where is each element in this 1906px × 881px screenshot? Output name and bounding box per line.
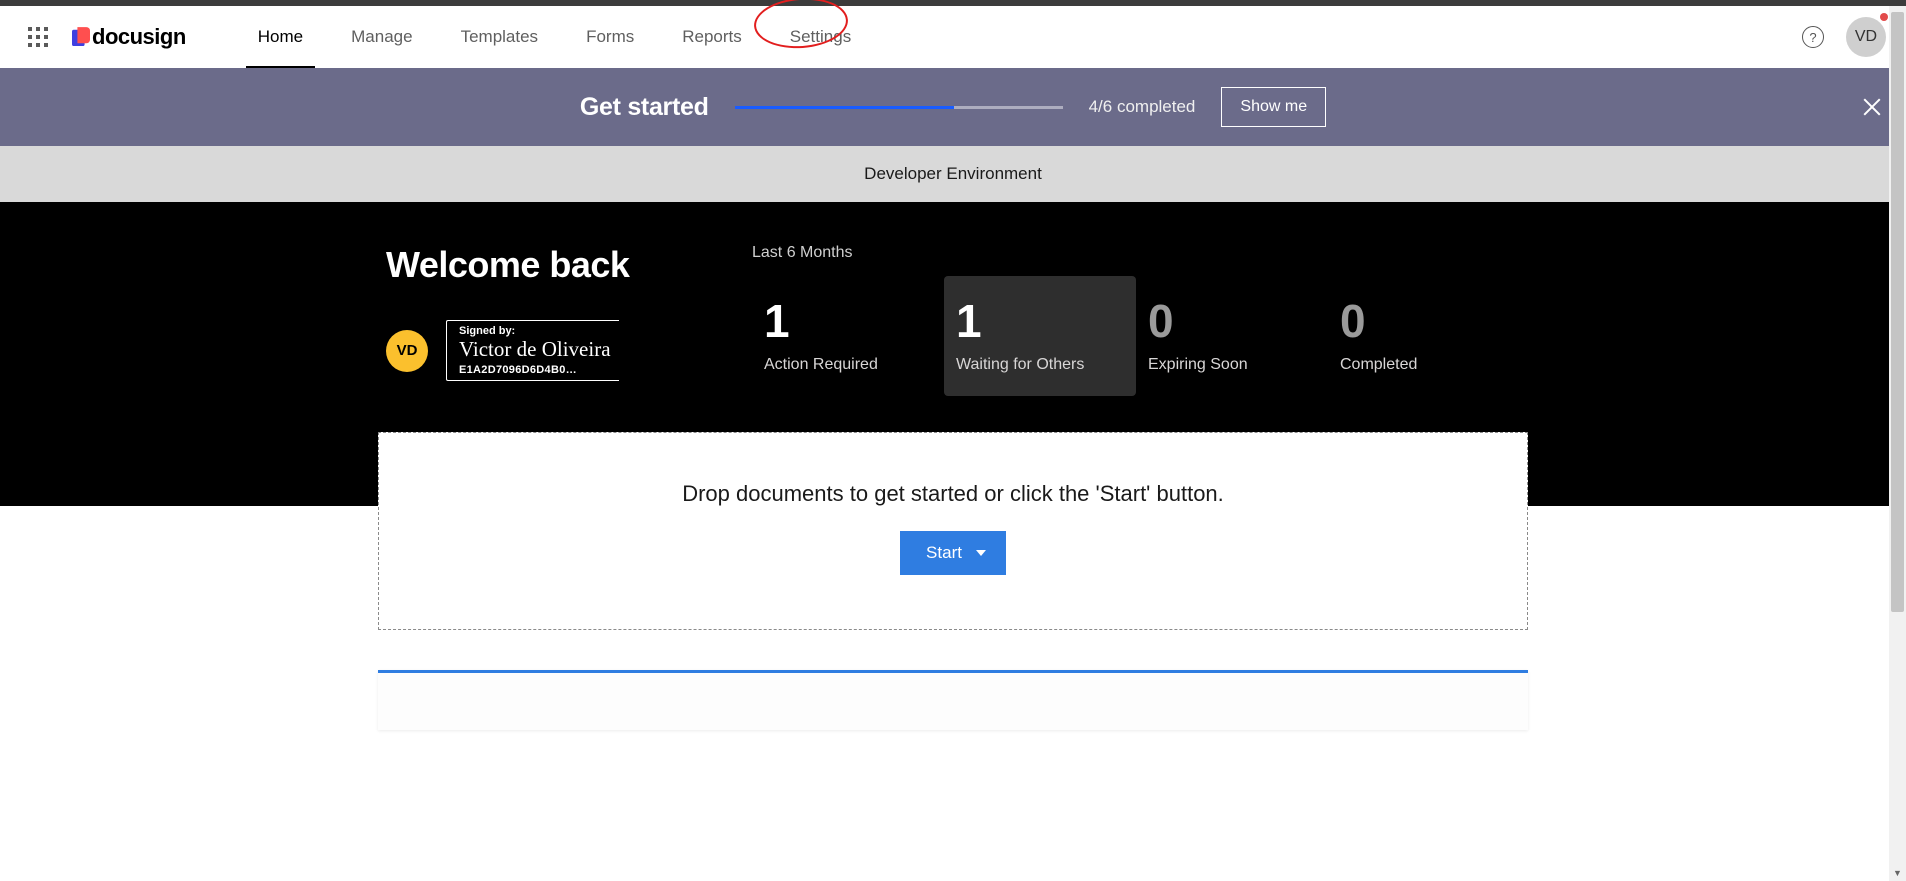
show-me-button[interactable]: Show me <box>1221 87 1326 127</box>
stat-value: 0 <box>1148 294 1316 348</box>
scrollbar-down-arrow-icon[interactable]: ▼ <box>1891 865 1904 881</box>
notification-dot-icon <box>1880 13 1888 21</box>
help-icon[interactable]: ? <box>1802 26 1824 48</box>
show-me-button-label: Show me <box>1240 98 1307 115</box>
top-nav: docusign Home Manage Templates Forms Rep… <box>0 6 1906 68</box>
scrollbar-thumb[interactable] <box>1891 12 1904 612</box>
nav-manage[interactable]: Manage <box>327 6 436 68</box>
welcome-column: Welcome back VD Signed by: Victor de Oli… <box>386 244 696 381</box>
nav-right: ? VD <box>1802 17 1886 57</box>
welcome-title: Welcome back <box>386 244 696 286</box>
nav-settings[interactable]: Settings <box>766 6 875 68</box>
nav-settings-label: Settings <box>790 27 851 47</box>
brand-logo[interactable]: docusign <box>72 24 186 50</box>
stat-label: Waiting for Others <box>956 356 1124 374</box>
stats-range-label: Last 6 Months <box>752 244 1520 262</box>
get-started-banner: Get started 4/6 completed Show me <box>0 68 1906 146</box>
dropzone[interactable]: Drop documents to get started or click t… <box>378 432 1528 630</box>
signature-avatar-initials: VD <box>397 342 418 359</box>
stat-card-waiting-for-others[interactable]: 1 Waiting for Others <box>944 276 1136 396</box>
dropzone-text: Drop documents to get started or click t… <box>399 481 1507 507</box>
next-section-card <box>378 670 1528 730</box>
nav-home[interactable]: Home <box>234 6 327 68</box>
stat-card-action-required[interactable]: 1 Action Required <box>752 276 944 396</box>
dev-environment-label: Developer Environment <box>864 164 1042 183</box>
nav-home-label: Home <box>258 27 303 47</box>
signature-frame: Signed by: Victor de Oliveira E1A2D7096D… <box>446 320 619 381</box>
stat-label: Action Required <box>764 356 932 374</box>
signature-block[interactable]: VD Signed by: Victor de Oliveira E1A2D70… <box>386 320 696 381</box>
banner-title: Get started <box>580 93 709 122</box>
nav-links: Home Manage Templates Forms Reports Sett… <box>234 6 875 68</box>
nav-forms[interactable]: Forms <box>562 6 658 68</box>
signature-id: E1A2D7096D6D4B0… <box>459 364 611 376</box>
nav-forms-label: Forms <box>586 27 634 47</box>
banner-progress <box>735 106 1063 109</box>
signature-avatar: VD <box>386 330 428 372</box>
app-grid-icon[interactable] <box>28 27 48 47</box>
nav-templates-label: Templates <box>461 27 538 47</box>
start-button[interactable]: Start <box>900 531 1006 575</box>
nav-templates[interactable]: Templates <box>437 6 562 68</box>
user-avatar-initials: VD <box>1855 28 1877 46</box>
stats-column: Last 6 Months 1 Action Required 1 Waiting f… <box>752 244 1520 396</box>
stat-value: 0 <box>1340 294 1508 348</box>
nav-reports[interactable]: Reports <box>658 6 766 68</box>
stats-grid: 1 Action Required 1 Waiting for Others 0 Expi… <box>752 276 1520 396</box>
dev-environment-strip: Developer Environment <box>0 146 1906 202</box>
brand-name: docusign <box>92 24 186 50</box>
stat-card-completed[interactable]: 0 Completed <box>1328 276 1520 396</box>
banner-close-icon[interactable] <box>1860 95 1884 119</box>
user-avatar[interactable]: VD <box>1846 17 1886 57</box>
signed-by-label: Signed by: <box>459 325 611 337</box>
logo-mark-icon <box>72 27 90 47</box>
stat-label: Completed <box>1340 356 1508 374</box>
banner-status: 4/6 completed <box>1089 97 1196 117</box>
chevron-down-icon <box>976 550 986 556</box>
start-button-label: Start <box>926 543 962 563</box>
banner-progress-fill <box>735 106 955 109</box>
signature-name: Victor de Oliveira <box>459 339 611 360</box>
stat-value: 1 <box>764 294 932 348</box>
nav-manage-label: Manage <box>351 27 412 47</box>
nav-reports-label: Reports <box>682 27 742 47</box>
avatar-wrapper: VD <box>1846 17 1886 57</box>
stat-card-expiring-soon[interactable]: 0 Expiring Soon <box>1136 276 1328 396</box>
vertical-scrollbar[interactable]: ▼ <box>1889 6 1906 881</box>
stat-value: 1 <box>956 294 1124 348</box>
stat-label: Expiring Soon <box>1148 356 1316 374</box>
